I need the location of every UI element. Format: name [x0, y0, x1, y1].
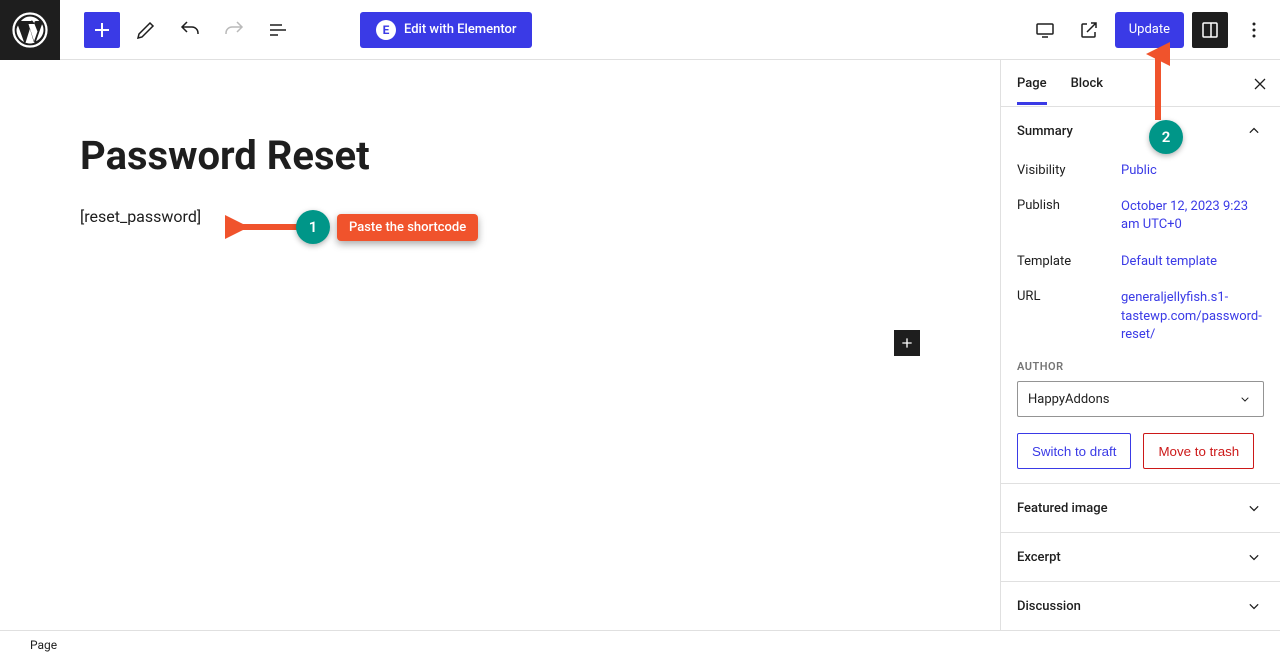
view-button[interactable] — [1027, 12, 1063, 48]
template-value[interactable]: Default template — [1121, 254, 1217, 269]
publish-value[interactable]: October 12, 2023 9:23 am UTC+0 — [1121, 199, 1248, 232]
author-section-title: Author — [1017, 360, 1264, 373]
excerpt-panel: Excerpt — [1001, 533, 1280, 582]
url-row: URL generaljellyfish.s1-tastewp.com/pass… — [1017, 279, 1264, 354]
settings-panel-toggle[interactable] — [1192, 12, 1228, 48]
visibility-value[interactable]: Public — [1121, 163, 1157, 178]
tools-button[interactable] — [128, 12, 164, 48]
template-label: Template — [1017, 254, 1121, 269]
annotation-arrow-2 — [1140, 42, 1170, 127]
shortcode-block[interactable]: [reset_password] — [80, 207, 920, 226]
redo-button[interactable] — [216, 12, 252, 48]
visibility-label: Visibility — [1017, 163, 1121, 178]
move-to-trash-button[interactable]: Move to trash — [1143, 433, 1254, 469]
summary-title: Summary — [1017, 124, 1073, 139]
featured-image-header[interactable]: Featured image — [1017, 498, 1264, 518]
chevron-down-icon — [1244, 596, 1264, 616]
author-select[interactable]: HappyAddons — [1017, 381, 1264, 417]
url-value[interactable]: generaljellyfish.s1-tastewp.com/password… — [1121, 290, 1262, 341]
publish-label: Publish — [1017, 198, 1121, 234]
annotation-badge-1: 1 — [296, 210, 330, 244]
page-title[interactable]: Password Reset — [80, 132, 920, 179]
undo-button[interactable] — [172, 12, 208, 48]
close-settings-button[interactable] — [1250, 74, 1270, 98]
redo-icon — [222, 18, 246, 42]
chevron-down-icon — [1244, 498, 1264, 518]
plus-icon — [899, 335, 915, 351]
annotation-label-1: Paste the shortcode — [337, 214, 478, 241]
edit-with-elementor-button[interactable]: E Edit with Elementor — [360, 12, 532, 48]
template-row: Template Default template — [1017, 244, 1264, 279]
top-toolbar: E Edit with Elementor Update — [0, 0, 1280, 60]
options-button[interactable] — [1236, 12, 1272, 48]
preview-button[interactable] — [1071, 12, 1107, 48]
toolbar-left: E Edit with Elementor — [60, 12, 532, 48]
visibility-row: Visibility Public — [1017, 153, 1264, 188]
settings-sidebar: Page Block Summary Visibility Public Pub… — [1000, 60, 1280, 630]
annotation-arrow-1 — [225, 212, 305, 242]
chevron-up-icon — [1244, 121, 1264, 141]
undo-icon — [178, 18, 202, 42]
editor-canvas[interactable]: Password Reset [reset_password] — [0, 60, 1000, 630]
wordpress-icon — [12, 12, 48, 48]
pencil-icon — [134, 18, 158, 42]
annotation-badge-2: 2 — [1149, 120, 1183, 154]
publish-row: Publish October 12, 2023 9:23 am UTC+0 — [1017, 188, 1264, 244]
featured-image-panel: Featured image — [1001, 484, 1280, 533]
panel-icon — [1198, 18, 1222, 42]
editor-footer: Page — [0, 630, 1280, 658]
chevron-down-icon — [1237, 391, 1253, 407]
desktop-icon — [1033, 18, 1057, 42]
chevron-down-icon — [1244, 547, 1264, 567]
tab-page[interactable]: Page — [1017, 62, 1047, 105]
tab-block[interactable]: Block — [1071, 62, 1103, 105]
excerpt-header[interactable]: Excerpt — [1017, 547, 1264, 567]
author-value: HappyAddons — [1028, 392, 1109, 407]
elementor-button-label: Edit with Elementor — [404, 22, 516, 37]
plus-icon — [90, 18, 114, 42]
more-vertical-icon — [1242, 18, 1266, 42]
close-icon — [1250, 74, 1270, 94]
document-overview-button[interactable] — [260, 12, 296, 48]
list-icon — [266, 18, 290, 42]
add-block-inline-button[interactable] — [894, 330, 920, 356]
discussion-panel: Discussion — [1001, 582, 1280, 630]
external-link-icon — [1077, 18, 1101, 42]
update-button-label: Update — [1129, 22, 1170, 37]
wordpress-logo[interactable] — [0, 0, 60, 60]
elementor-icon: E — [376, 20, 396, 40]
url-label: URL — [1017, 289, 1121, 344]
add-block-button[interactable] — [84, 12, 120, 48]
switch-to-draft-button[interactable]: Switch to draft — [1017, 433, 1131, 469]
breadcrumb[interactable]: Page — [30, 638, 57, 652]
discussion-header[interactable]: Discussion — [1017, 596, 1264, 616]
summary-panel: Summary Visibility Public Publish Octobe… — [1001, 107, 1280, 484]
